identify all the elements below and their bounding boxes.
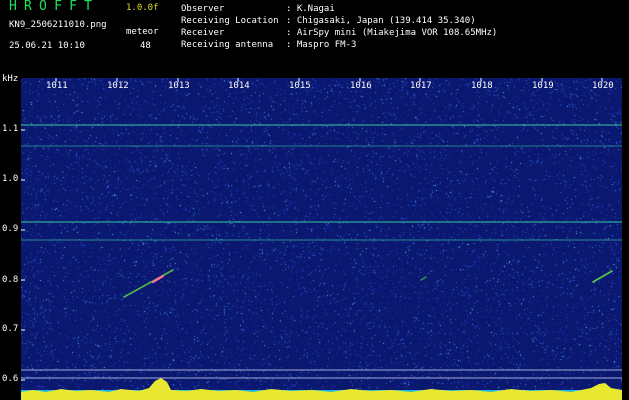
meteor-echo — [123, 269, 174, 298]
x-tick-label: 1017 — [410, 81, 432, 91]
x-tick-label: 1016 — [350, 81, 372, 91]
y-tick-label: 0.6 — [2, 374, 19, 384]
file-name: KN9_2506211010.png — [9, 20, 107, 30]
timestamp: 25.06.21 10:10 — [9, 41, 85, 51]
x-tick-label: 1018 — [471, 81, 493, 91]
observer-value: : K.Nagai — [286, 4, 335, 14]
observer-label: Observer — [181, 4, 225, 14]
antenna-value: : Maspro FM-3 — [286, 40, 357, 50]
y-tick-label: 1.0 — [2, 174, 19, 184]
y-tick-label: 0.8 — [2, 275, 19, 285]
receiver-value: : AirSpy mini (Miakejima VOR 108.65MHz) — [286, 28, 498, 38]
frequency-unit-label: kHz — [2, 74, 19, 84]
noise-spikes — [21, 378, 622, 400]
x-tick-label: 1015 — [289, 81, 311, 91]
meteor-echo-head — [151, 274, 165, 284]
meteor-echo — [420, 276, 427, 281]
y-tick-label: 0.9 — [2, 224, 19, 234]
version-label: 1.0.0f — [126, 3, 159, 13]
x-tick-label: 1020 — [592, 81, 614, 91]
spectrogram-overlay — [21, 78, 622, 400]
x-tick-label: 1019 — [532, 81, 554, 91]
meteor-echo — [592, 270, 613, 283]
x-tick-label: 1013 — [168, 81, 190, 91]
location-label: Receiving Location — [181, 16, 279, 26]
x-tick-label: 1014 — [228, 81, 250, 91]
receiver-label: Receiver — [181, 28, 225, 38]
y-tick-label: 0.7 — [2, 324, 19, 334]
gain-value: 48 — [140, 41, 151, 51]
hrofft-window: HROFFT 1.0.0f KN9_2506211010.png meteor … — [0, 0, 629, 400]
antenna-label: Receiving antenna — [181, 40, 274, 50]
app-logo: HROFFT — [9, 0, 100, 14]
location-value: : Chigasaki, Japan (139.414 35.340) — [286, 16, 476, 26]
x-tick-label: 1012 — [107, 81, 129, 91]
spectrogram-plot — [21, 78, 622, 400]
x-tick-label: 1011 — [46, 81, 68, 91]
y-tick-label: 1.1 — [2, 124, 19, 134]
mode-label: meteor — [126, 27, 159, 37]
